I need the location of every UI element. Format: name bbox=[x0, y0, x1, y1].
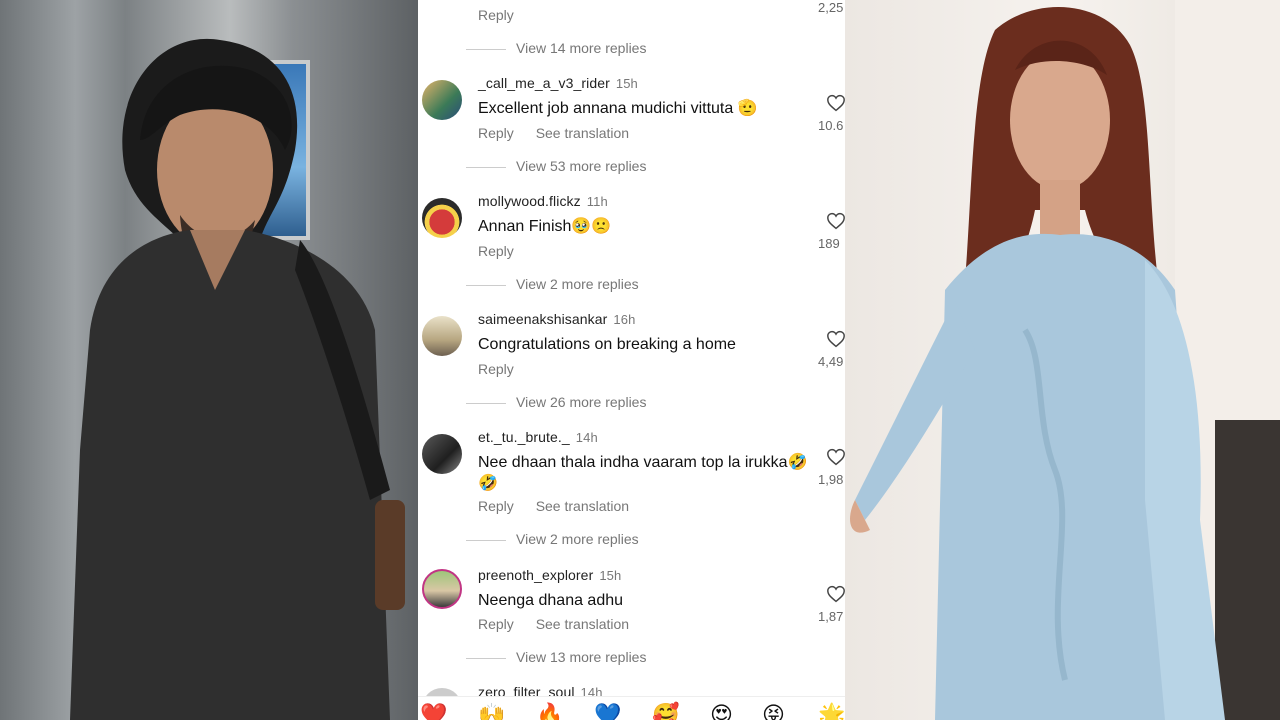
comment-actions: Reply See translation bbox=[478, 125, 647, 141]
see-translation-link[interactable]: See translation bbox=[536, 125, 629, 141]
reply-button[interactable]: Reply bbox=[478, 7, 532, 23]
heart-outline-icon[interactable] bbox=[826, 330, 845, 348]
comment-text: Annan Finish🥹🙁 bbox=[478, 218, 612, 235]
comment-username[interactable]: mollywood.flickz 11h bbox=[478, 193, 608, 209]
heart-outline-icon[interactable] bbox=[826, 212, 845, 230]
comment-actions: Reply See translation bbox=[478, 498, 647, 514]
like-count: 10.6 bbox=[818, 118, 844, 133]
comment-time: 15h bbox=[599, 568, 622, 583]
emoji-raised-hands[interactable]: 🙌 bbox=[478, 705, 505, 720]
reply-button[interactable]: Reply bbox=[478, 361, 514, 377]
comment-time: 11h bbox=[586, 194, 608, 209]
comment-actions: Reply See translation bbox=[478, 616, 647, 632]
woman-figure bbox=[850, 0, 1280, 720]
emoji-blue-heart[interactable]: 💙 bbox=[594, 705, 621, 720]
view-replies-link[interactable]: View 2 more replies bbox=[466, 276, 639, 292]
see-translation-link[interactable]: See translation bbox=[536, 498, 629, 514]
avatar[interactable] bbox=[422, 316, 462, 356]
emoji-reaction-bar: ❤️ 🙌 🔥 💙 🥰 😍 😝 🌟 bbox=[418, 696, 845, 720]
heart-outline-icon[interactable] bbox=[826, 585, 845, 603]
heart-outline-icon[interactable] bbox=[826, 94, 845, 112]
heart-outline-icon[interactable] bbox=[826, 448, 845, 466]
comment-username[interactable]: et._tu._brute._ 14h bbox=[478, 429, 598, 445]
like-count: 4,49 bbox=[818, 354, 844, 369]
view-replies-link[interactable]: View 26 more replies bbox=[466, 394, 646, 410]
comment-text: Nee dhaan thala indha vaaram top la iruk… bbox=[478, 454, 808, 492]
view-replies-link[interactable]: View 14 more replies bbox=[466, 40, 646, 56]
emoji-heart-eyes[interactable]: 😍 bbox=[710, 705, 733, 720]
reply-button[interactable]: Reply bbox=[478, 243, 514, 259]
like-count: 189 bbox=[818, 236, 840, 251]
avatar[interactable] bbox=[422, 569, 462, 609]
comment-username[interactable]: preenoth_explorer 15h bbox=[478, 567, 621, 583]
comment-time: 14h bbox=[575, 430, 598, 445]
comment-text: Congratulations on breaking a home bbox=[478, 336, 736, 353]
comment-time: 16h bbox=[613, 312, 636, 327]
like-count: 2,25 bbox=[818, 0, 844, 15]
comment-text: Excellent job annana mudichi vittuta 🫡 bbox=[478, 100, 758, 117]
avatar[interactable] bbox=[422, 198, 462, 238]
right-photo bbox=[845, 0, 1280, 720]
reply-button[interactable]: Reply bbox=[478, 616, 514, 632]
comment-actions: Reply bbox=[478, 243, 532, 259]
emoji-fire[interactable]: 🔥 bbox=[536, 705, 563, 720]
view-replies-link[interactable]: View 13 more replies bbox=[466, 649, 646, 665]
comment-time: 15h bbox=[615, 76, 638, 91]
avatar[interactable] bbox=[422, 80, 462, 120]
comments-panel: Reply 2,25 View 14 more replies _call_me… bbox=[418, 0, 845, 720]
comment-text: Neenga dhana adhu bbox=[478, 592, 624, 609]
reply-button[interactable]: Reply bbox=[478, 125, 514, 141]
left-photo bbox=[0, 0, 418, 720]
view-replies-link[interactable]: View 2 more replies bbox=[466, 531, 639, 547]
like-count: 1,98 bbox=[818, 472, 844, 487]
comment-actions: Reply bbox=[478, 361, 532, 377]
emoji-squint-tongue[interactable]: 😝 bbox=[762, 705, 785, 720]
reply-button[interactable]: Reply bbox=[478, 498, 514, 514]
avatar[interactable] bbox=[422, 434, 462, 474]
emoji-heart[interactable]: ❤️ bbox=[420, 705, 447, 720]
comment-username[interactable]: _call_me_a_v3_rider 15h bbox=[478, 75, 638, 91]
comment-username[interactable]: saimeenakshisankar 16h bbox=[478, 311, 635, 327]
emoji-smiling-hearts[interactable]: 🥰 bbox=[652, 705, 679, 720]
man-figure bbox=[70, 38, 405, 720]
like-count: 1,87 bbox=[818, 609, 844, 624]
emoji-star[interactable]: 🌟 bbox=[818, 705, 845, 720]
see-translation-link[interactable]: See translation bbox=[536, 616, 629, 632]
view-replies-link[interactable]: View 53 more replies bbox=[466, 158, 646, 174]
